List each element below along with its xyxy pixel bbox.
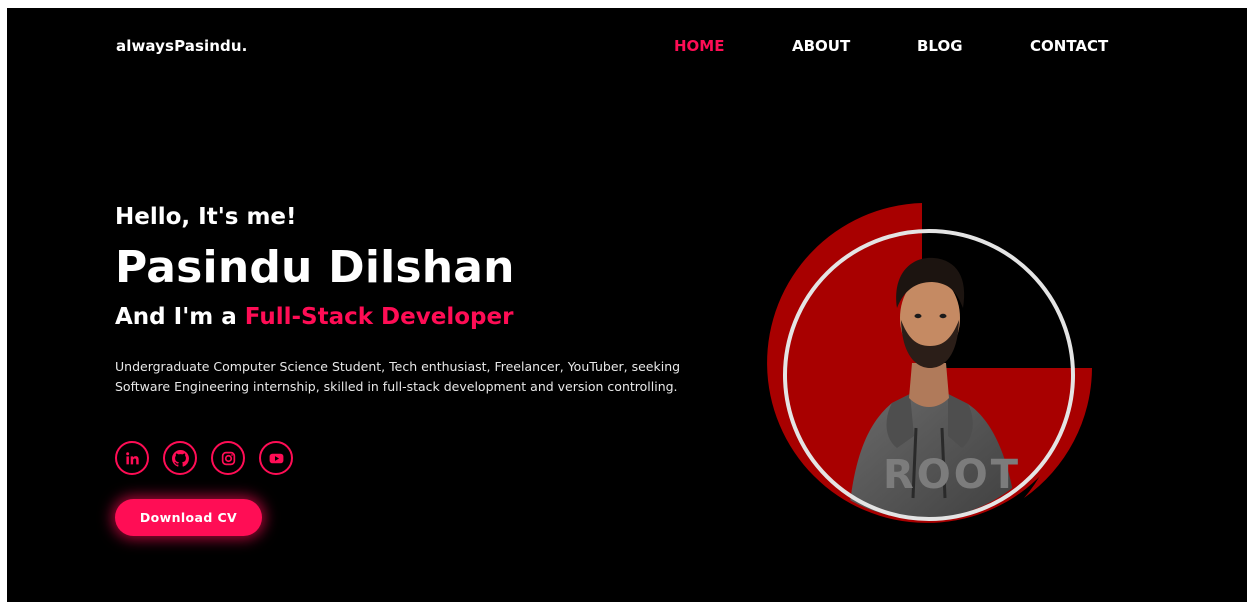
youtube-link[interactable] [259, 441, 293, 475]
instagram-icon [221, 451, 235, 465]
role-prefix: And I'm a [115, 304, 237, 330]
download-cv-button[interactable]: Download CV [115, 499, 262, 536]
hero-role: And I'm a Full-Stack Developer [115, 304, 513, 330]
svg-text:ROOT: ROOT [883, 452, 1021, 498]
nav-about[interactable]: ABOUT [792, 37, 850, 55]
github-icon [171, 449, 189, 467]
instagram-link[interactable] [211, 441, 245, 475]
linkedin-link[interactable] [115, 441, 149, 475]
page-frame: alwaysPasindu. HOME ABOUT BLOG CONTACT H… [7, 8, 1247, 602]
nav-contact[interactable]: CONTACT [1030, 37, 1108, 55]
hero-description: Undergraduate Computer Science Student, … [115, 359, 681, 394]
hero-greeting: Hello, It's me! [115, 204, 297, 230]
role-highlight: Full-Stack Developer [244, 304, 514, 330]
hero-name: Pasindu Dilshan [115, 242, 515, 293]
linkedin-icon [125, 451, 139, 464]
nav-blog[interactable]: BLOG [917, 37, 963, 55]
github-link[interactable] [163, 441, 197, 475]
profile-portrait: ROOT [767, 203, 1092, 523]
youtube-icon [269, 453, 283, 463]
nav-home[interactable]: HOME [674, 37, 724, 55]
main-nav: HOME ABOUT BLOG CONTACT [7, 37, 1247, 61]
